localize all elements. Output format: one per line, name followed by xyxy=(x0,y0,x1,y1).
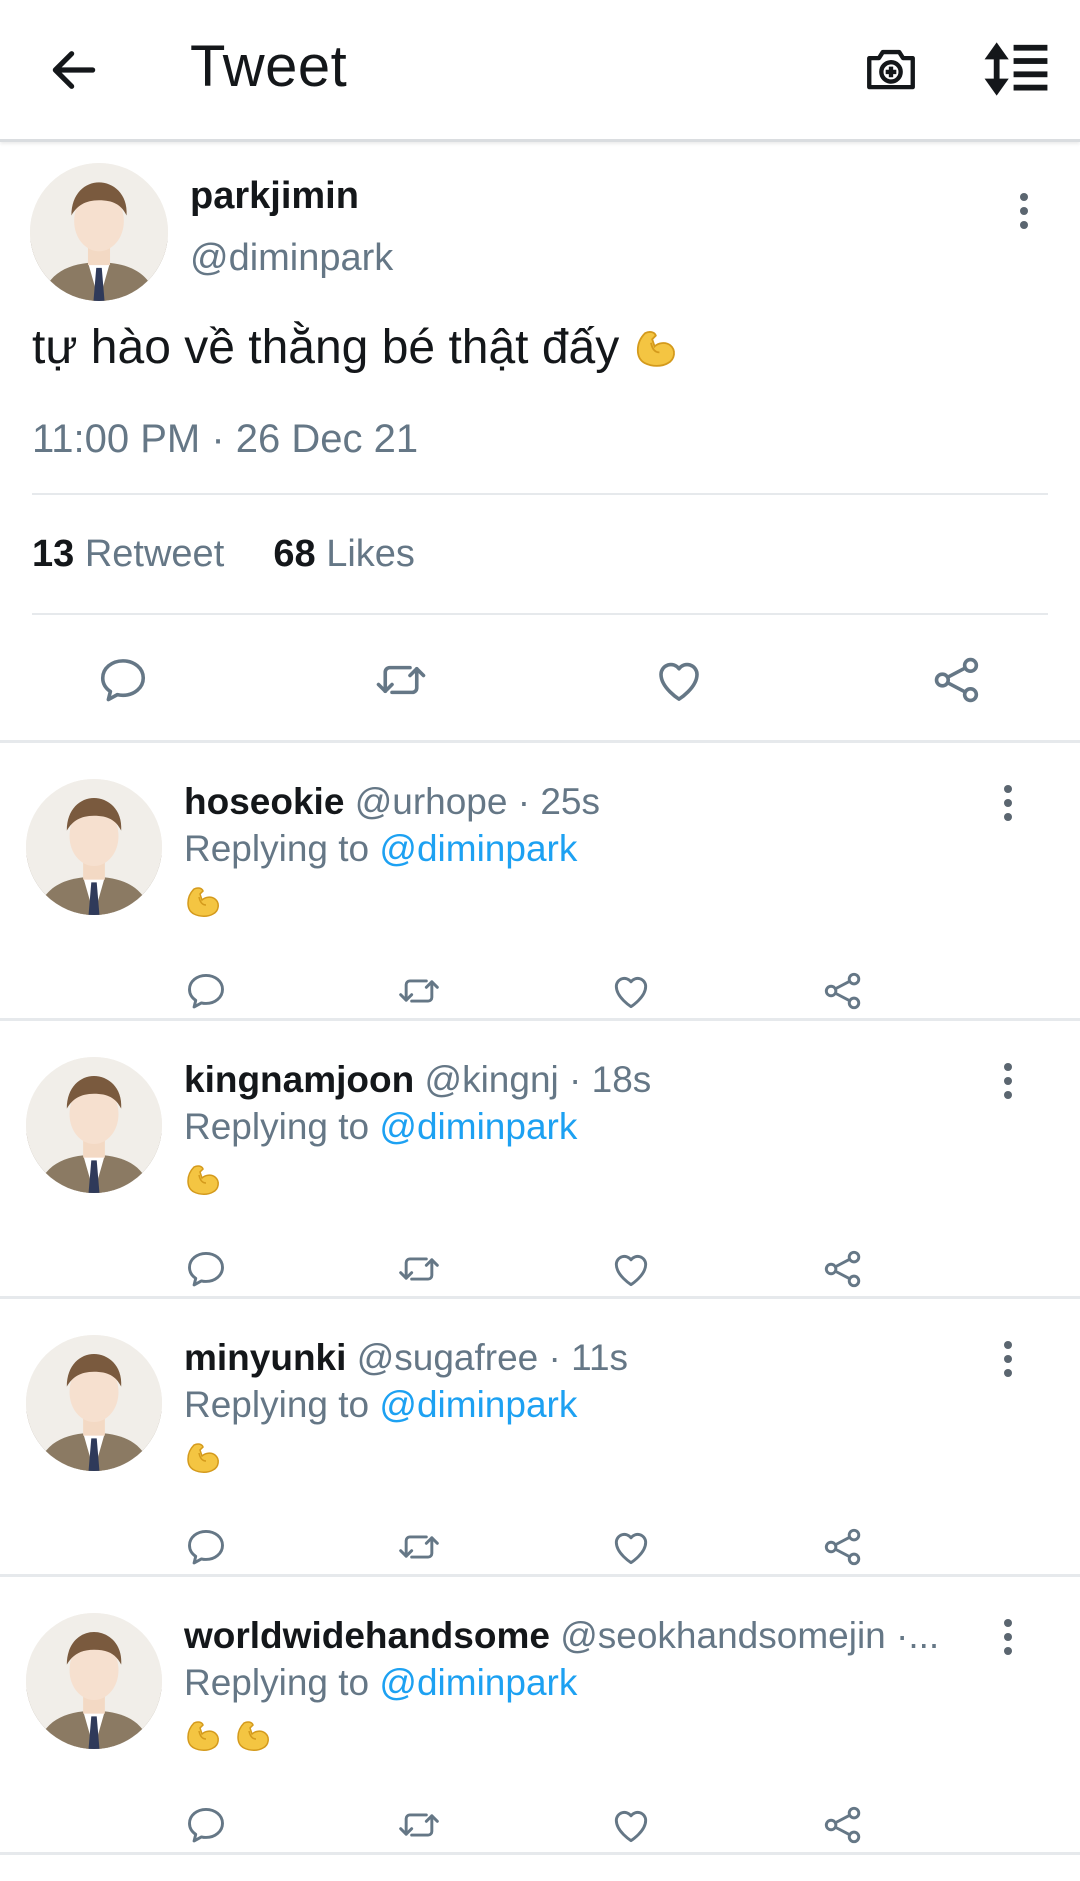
more-options-icon[interactable] xyxy=(1001,785,1015,825)
reply-meta: @urhope · 25s xyxy=(354,781,600,822)
share-icon[interactable] xyxy=(821,1525,865,1569)
reply-author-name[interactable]: hoseokie xyxy=(184,781,344,822)
retweet-icon[interactable] xyxy=(374,653,428,707)
avatar-image xyxy=(26,779,162,915)
mention-link[interactable]: @diminpark xyxy=(379,1662,577,1703)
avatar[interactable] xyxy=(26,1335,162,1471)
main-tweet: parkjimin @diminpark tự hào về thằng bé … xyxy=(0,145,1080,743)
reply-header: minyunki @sugafree · 11s xyxy=(184,1337,996,1379)
likes-count: 68 xyxy=(273,533,316,575)
reply-header: kingnamjoon @kingnj · 18s xyxy=(184,1059,996,1101)
replying-to: Replying to @diminpark xyxy=(184,1662,577,1704)
likes-stat[interactable]: 68 Likes xyxy=(273,533,415,575)
more-options-icon[interactable] xyxy=(1001,1619,1015,1659)
retweet-icon[interactable] xyxy=(397,1525,441,1569)
reply-text xyxy=(184,1161,224,1205)
share-icon[interactable] xyxy=(821,969,865,1013)
retweet-icon[interactable] xyxy=(397,1247,441,1291)
retweet-icon[interactable] xyxy=(397,1803,441,1847)
flexed-biceps-icon xyxy=(234,1717,274,1757)
reply-icon[interactable] xyxy=(184,1247,228,1291)
replying-to-prefix: Replying to xyxy=(184,1106,370,1147)
reply-header: worldwidehandsome @seokhandsomejin ·... xyxy=(184,1615,996,1657)
like-icon[interactable] xyxy=(609,1525,653,1569)
tweet-stats: 13 Retweet 68 Likes xyxy=(32,533,415,576)
sort-list-icon[interactable] xyxy=(982,40,1050,98)
divider xyxy=(32,493,1048,495)
avatar[interactable] xyxy=(30,163,168,301)
retweet-label: Retweet xyxy=(84,533,225,575)
like-icon[interactable] xyxy=(652,653,706,707)
reply-author-name[interactable]: minyunki xyxy=(184,1337,346,1378)
mention-link[interactable]: @diminpark xyxy=(379,1106,577,1147)
replying-to-prefix: Replying to xyxy=(184,1384,370,1425)
share-icon[interactable] xyxy=(821,1803,865,1847)
reply-item[interactable]: worldwidehandsome @seokhandsomejin ·... … xyxy=(0,1577,1080,1855)
replying-to-prefix: Replying to xyxy=(184,1662,370,1703)
replying-to: Replying to @diminpark xyxy=(184,828,577,870)
reply-icon[interactable] xyxy=(184,1525,228,1569)
flexed-biceps-icon xyxy=(184,883,224,923)
like-icon[interactable] xyxy=(609,1803,653,1847)
avatar-image xyxy=(26,1057,162,1193)
reply-meta: @seokhandsomejin ·... xyxy=(560,1615,940,1656)
camera-plus-icon[interactable] xyxy=(862,40,920,98)
more-options-icon[interactable] xyxy=(1017,193,1031,233)
reply-icon[interactable] xyxy=(184,1803,228,1847)
avatar[interactable] xyxy=(26,779,162,915)
flexed-biceps-icon xyxy=(633,326,681,374)
avatar-image xyxy=(26,1613,162,1749)
like-icon[interactable] xyxy=(609,969,653,1013)
more-options-icon[interactable] xyxy=(1001,1063,1015,1103)
avatar-image xyxy=(26,1335,162,1471)
author-handle[interactable]: @diminpark xyxy=(190,237,393,280)
reply-icon[interactable] xyxy=(184,969,228,1013)
tweet-text: tự hào về thằng bé thật đấy xyxy=(32,320,681,375)
replying-to: Replying to @diminpark xyxy=(184,1106,577,1148)
avatar[interactable] xyxy=(26,1613,162,1749)
page-title: Tweet xyxy=(190,34,348,99)
reply-icon[interactable] xyxy=(96,653,150,707)
reply-text xyxy=(184,1717,274,1761)
mention-link[interactable]: @diminpark xyxy=(379,1384,577,1425)
flexed-biceps-icon xyxy=(184,1717,224,1757)
like-icon[interactable] xyxy=(609,1247,653,1291)
reply-meta: @kingnj · 18s xyxy=(424,1059,652,1100)
share-icon[interactable] xyxy=(821,1247,865,1291)
reply-meta: @sugafree · 11s xyxy=(356,1337,629,1378)
retweet-stat[interactable]: 13 Retweet xyxy=(32,533,224,575)
reply-header: hoseokie @urhope · 25s xyxy=(184,781,996,823)
flexed-biceps-icon xyxy=(184,1161,224,1201)
mention-link[interactable]: @diminpark xyxy=(379,828,577,869)
avatar-image xyxy=(30,163,168,301)
reply-item[interactable]: hoseokie @urhope · 25s Replying to @dimi… xyxy=(0,743,1080,1021)
retweet-icon[interactable] xyxy=(397,969,441,1013)
author-display-name[interactable]: parkjimin xyxy=(190,175,359,218)
reply-item[interactable]: minyunki @sugafree · 11s Replying to @di… xyxy=(0,1299,1080,1577)
retweet-count: 13 xyxy=(32,533,75,575)
reply-text xyxy=(184,883,224,927)
replying-to: Replying to @diminpark xyxy=(184,1384,577,1426)
reply-text xyxy=(184,1439,224,1483)
tweet-text-body: tự hào về thằng bé thật đấy xyxy=(32,321,620,374)
replying-to-prefix: Replying to xyxy=(184,828,370,869)
tweet-timestamp: 11:00 PM · 26 Dec 21 xyxy=(32,417,419,461)
share-icon[interactable] xyxy=(930,653,984,707)
reply-item[interactable]: kingnamjoon @kingnj · 18s Replying to @d… xyxy=(0,1021,1080,1299)
top-app-bar: Tweet xyxy=(0,0,1080,142)
likes-label: Likes xyxy=(326,533,415,575)
reply-author-name[interactable]: worldwidehandsome xyxy=(184,1615,550,1656)
avatar[interactable] xyxy=(26,1057,162,1193)
arrow-left-icon[interactable] xyxy=(46,42,102,98)
divider xyxy=(32,613,1048,615)
flexed-biceps-icon xyxy=(184,1439,224,1479)
reply-author-name[interactable]: kingnamjoon xyxy=(184,1059,414,1100)
more-options-icon[interactable] xyxy=(1001,1341,1015,1381)
